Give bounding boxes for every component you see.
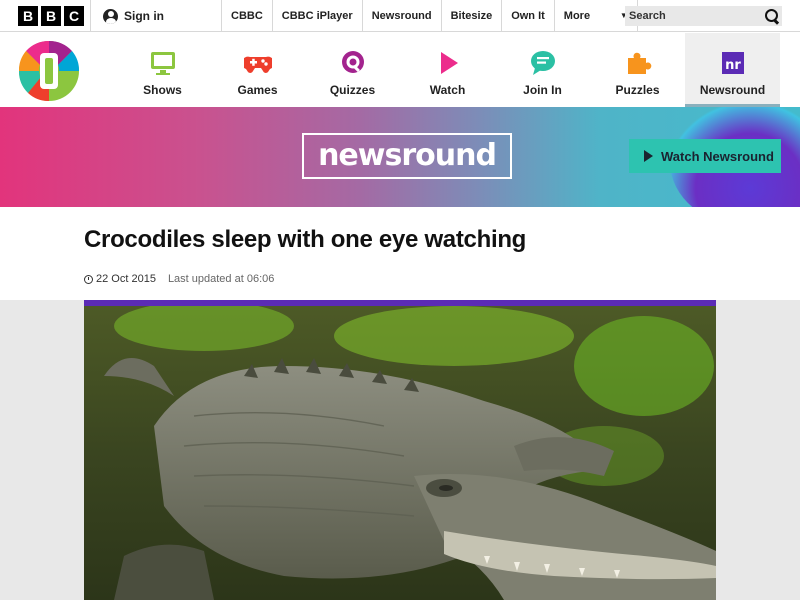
article-meta: 22 Oct 2015 Last updated at 06:06 [84, 273, 274, 285]
bbc-nav-own-it[interactable]: Own It [501, 0, 554, 32]
search-box[interactable]: Search [625, 6, 782, 26]
nav-games[interactable]: Games [210, 33, 305, 107]
chat-icon [530, 51, 555, 75]
nav-watch[interactable]: Watch [400, 33, 495, 107]
quiz-icon [341, 51, 364, 73]
article-date: 22 Oct 2015 [96, 273, 156, 285]
article-title: Crocodiles sleep with one eye watching [84, 226, 527, 253]
bbc-nav-newsround[interactable]: Newsround [361, 0, 441, 32]
bbc-logo-letter: B [41, 6, 61, 26]
divider [90, 0, 91, 32]
bbc-nav-cbbc-iplayer[interactable]: CBBC iPlayer [271, 0, 362, 32]
crocodile-illustration [84, 306, 716, 600]
nav-shows-label: Shows [143, 83, 182, 97]
bbc-global-bar: B B C Sign in CBBC CBBC iPlayer Newsroun… [0, 0, 800, 32]
puzzle-icon [627, 52, 651, 74]
clock-icon [84, 274, 93, 284]
user-icon [103, 8, 118, 24]
nav-join-in-label: Join In [523, 83, 562, 97]
play-icon [440, 52, 458, 74]
bbc-nav: CBBC CBBC iPlayer Newsround Bitesize Own… [221, 0, 638, 32]
bbc-logo-letter: C [64, 6, 84, 26]
nav-games-label: Games [237, 83, 278, 97]
watch-newsround-label: Watch Newsround [661, 148, 774, 164]
crocodile-photo [84, 300, 716, 600]
newsround-icon: nr [721, 52, 744, 74]
more-label: More [563, 10, 591, 22]
nav-newsround-label: Newsround [699, 83, 766, 97]
search-input[interactable]: Search [629, 10, 760, 22]
bbc-logo-letter: B [18, 6, 38, 26]
svg-text:nr: nr [725, 58, 741, 73]
watch-newsround-button[interactable]: Watch Newsround [629, 139, 781, 173]
sign-in-link[interactable]: Sign in [103, 0, 164, 32]
bbc-logo[interactable]: B B C [18, 6, 84, 26]
cbbc-nav: Shows Games Quizzes Watch Join In Puzzle… [0, 33, 800, 107]
search-icon[interactable] [760, 6, 782, 26]
nav-quizzes-label: Quizzes [329, 83, 376, 97]
bbc-nav-bitesize[interactable]: Bitesize [440, 0, 502, 32]
sign-in-label: Sign in [124, 9, 164, 23]
bbc-nav-cbbc[interactable]: CBBC [221, 0, 272, 32]
gamepad-icon [243, 56, 272, 73]
nav-join-in[interactable]: Join In [495, 33, 590, 107]
nav-quizzes[interactable]: Quizzes [305, 33, 400, 107]
article-updated: Last updated at 06:06 [167, 273, 275, 285]
nav-puzzles[interactable]: Puzzles [590, 33, 685, 107]
cbbc-logo[interactable] [18, 39, 80, 103]
play-icon [644, 150, 653, 162]
tv-icon [150, 52, 175, 75]
nav-puzzles-label: Puzzles [615, 83, 660, 97]
nav-shows[interactable]: Shows [115, 33, 210, 107]
nav-newsround[interactable]: nr Newsround [685, 33, 780, 107]
newsround-logo[interactable]: newsround [302, 133, 512, 179]
nav-watch-label: Watch [429, 83, 466, 97]
